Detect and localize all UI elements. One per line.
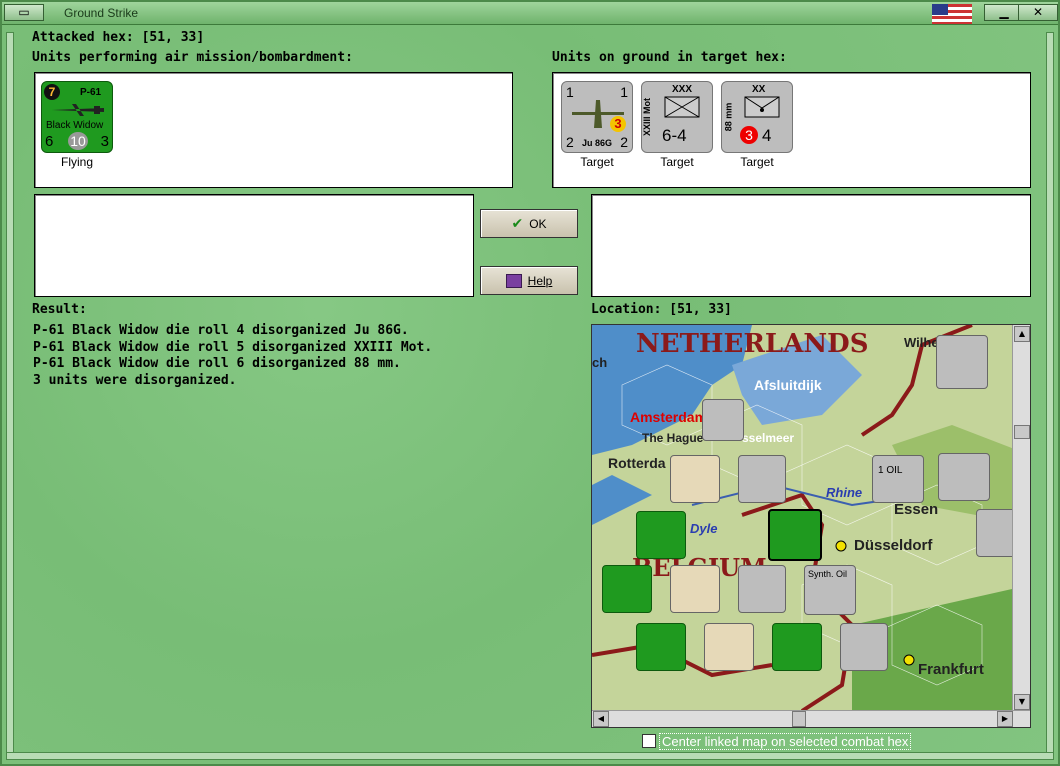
bottom-border	[6, 752, 1054, 760]
location-map[interactable]: NETHERLANDS BELGIUM ch Amsterdam The Hag…	[591, 324, 1031, 728]
map-unit-counter[interactable]	[636, 623, 686, 671]
map-city-label: Essen	[894, 501, 939, 518]
left-border	[6, 32, 14, 754]
result-line: 3 units were disorganized.	[33, 372, 237, 388]
location-label: Location: [51, 33]	[591, 302, 732, 317]
map-unit-counter[interactable]	[872, 455, 924, 503]
strength-circle: 3	[740, 126, 758, 144]
unit-left-value: 6	[45, 133, 54, 150]
map-water-label: Afsluitdijk	[754, 377, 822, 393]
result-text: P-61 Black Widow die roll 4 disorganized…	[33, 323, 432, 389]
disorganized-marker: 3	[610, 116, 626, 132]
map-unit-counter[interactable]	[938, 453, 990, 501]
88mm-counter[interactable]: XX 88 mm 3 4	[721, 81, 793, 153]
result-line: P-61 Black Widow die roll 6 disorganized…	[33, 356, 401, 371]
map-resource-label: Synth. Oil	[808, 569, 848, 579]
scroll-left-button[interactable]: ◀	[593, 711, 609, 727]
map-unit-counter[interactable]	[936, 335, 988, 389]
center-map-checkbox-label[interactable]: Center linked map on selected combat hex	[659, 733, 912, 750]
map-city-label: The Hague	[642, 431, 704, 445]
xxiii-mot-counter[interactable]: XXX XXIII Mot 6-4	[641, 81, 713, 153]
unit-center-value: 10	[68, 132, 88, 150]
unit-name: Ju 86G	[582, 138, 613, 148]
checkmark-icon: ✔	[511, 215, 524, 232]
map-country-label: NETHERLANDS	[636, 329, 869, 359]
close-button[interactable]: ✕	[1018, 4, 1058, 21]
ground-units-label: Units on ground in target hex:	[552, 50, 787, 65]
map-unit-counter[interactable]	[702, 399, 744, 441]
us-flag-icon	[932, 4, 972, 24]
map-river-label: Dyle	[690, 521, 718, 536]
map-unit-counter[interactable]	[772, 623, 822, 671]
help-button[interactable]: Help	[480, 266, 578, 295]
unit-name: P-61	[80, 87, 102, 98]
unit-size: XX	[752, 84, 766, 95]
result-label: Result:	[32, 302, 87, 317]
unit-bottom-right: 2	[620, 134, 628, 150]
map-river-label: Rhine	[826, 485, 863, 500]
ground-details-panel	[591, 194, 1031, 297]
ground-unit-caption: Target	[580, 155, 614, 169]
map-city-label: Rotterda	[608, 455, 666, 471]
map-water-label: sselmeer	[742, 431, 795, 445]
map-resource-label: 1 OIL	[878, 465, 903, 476]
map-unit-counter[interactable]	[670, 455, 720, 503]
scroll-up-button[interactable]: ▲	[1014, 326, 1030, 342]
map-city-label: Düsseldorf	[854, 537, 933, 554]
map-unit-counter[interactable]	[670, 565, 720, 613]
unit-size: XXX	[672, 84, 693, 95]
unit-side-label: XXIII Mot	[642, 98, 652, 136]
system-menu-button[interactable]: ▭	[4, 4, 44, 21]
antiaircraft-icon	[744, 96, 780, 118]
window-title: Ground Strike	[64, 6, 139, 20]
p61-counter[interactable]: 7 P-61 Black Widow 6 10 3	[41, 81, 113, 153]
unit-bottom-left: 2	[566, 134, 574, 150]
map-vertical-scrollbar[interactable]: ▲ ▼	[1012, 325, 1030, 711]
unit-badge: 7	[44, 84, 60, 100]
map-unit-counter[interactable]	[704, 623, 754, 671]
result-line: P-61 Black Widow die roll 5 disorganized…	[33, 339, 433, 355]
map-city-label: Amsterdam	[630, 409, 708, 425]
air-units-label: Units performing air mission/bombardment…	[32, 50, 353, 65]
scroll-right-button[interactable]: ▶	[997, 711, 1013, 727]
help-book-icon	[505, 273, 522, 288]
aircraft-icon	[52, 104, 104, 116]
help-label: Help	[527, 273, 553, 288]
ok-label: OK	[529, 216, 547, 231]
air-unit-caption: Flying	[60, 155, 93, 169]
ok-button[interactable]: ✔ OK	[480, 209, 578, 238]
map-selected-p61-counter[interactable]	[768, 509, 822, 561]
ground-unit-caption: Target	[660, 155, 694, 169]
attacked-hex-label: Attacked hex: [51, 33]	[32, 30, 205, 45]
map-unit-counter[interactable]	[840, 623, 888, 671]
center-map-checkbox[interactable]	[642, 734, 656, 748]
unit-values: 6-4	[662, 126, 687, 145]
horizontal-scroll-thumb[interactable]	[792, 711, 806, 727]
map-city-label: Frankfurt	[918, 661, 984, 678]
title-bar[interactable]: ▭ Ground Strike ▁ ✕	[2, 2, 1058, 25]
map-unit-counter[interactable]	[738, 565, 786, 613]
map-city-label: ch	[592, 355, 608, 370]
ground-strike-window: ▭ Ground Strike ▁ ✕ Attacked hex: [51, 3…	[0, 0, 1060, 766]
map-horizontal-scrollbar[interactable]: ◀ ▶	[592, 710, 1030, 727]
right-border	[1046, 32, 1054, 754]
ju86g-counter[interactable]: 1 1 3 2 Ju 86G 2	[561, 81, 633, 153]
unit-right-value: 3	[100, 133, 109, 150]
scroll-down-button[interactable]: ▼	[1014, 694, 1030, 710]
map-unit-counter[interactable]	[738, 455, 786, 503]
map-unit-counter[interactable]	[602, 565, 652, 613]
air-units-panel: 7 P-61 Black Widow 6 10 3 Flying	[34, 72, 513, 188]
unit-subname: Black Widow	[46, 120, 104, 131]
map-city-label: Wilhe	[904, 335, 939, 350]
unit-right-value: 4	[762, 126, 772, 145]
unit-side-label: 88 mm	[723, 102, 734, 132]
air-details-panel	[34, 194, 474, 297]
ground-unit-caption: Target	[740, 155, 774, 169]
ground-units-panel: 1 1 3 2 Ju 86G 2 Target XXX XXIII Mot 6-…	[552, 72, 1031, 188]
result-line: P-61 Black Widow die roll 4 disorganized…	[33, 323, 409, 338]
motorized-infantry-icon	[664, 96, 700, 118]
vertical-scroll-thumb[interactable]	[1014, 425, 1030, 439]
map-unit-counter[interactable]	[636, 511, 686, 559]
